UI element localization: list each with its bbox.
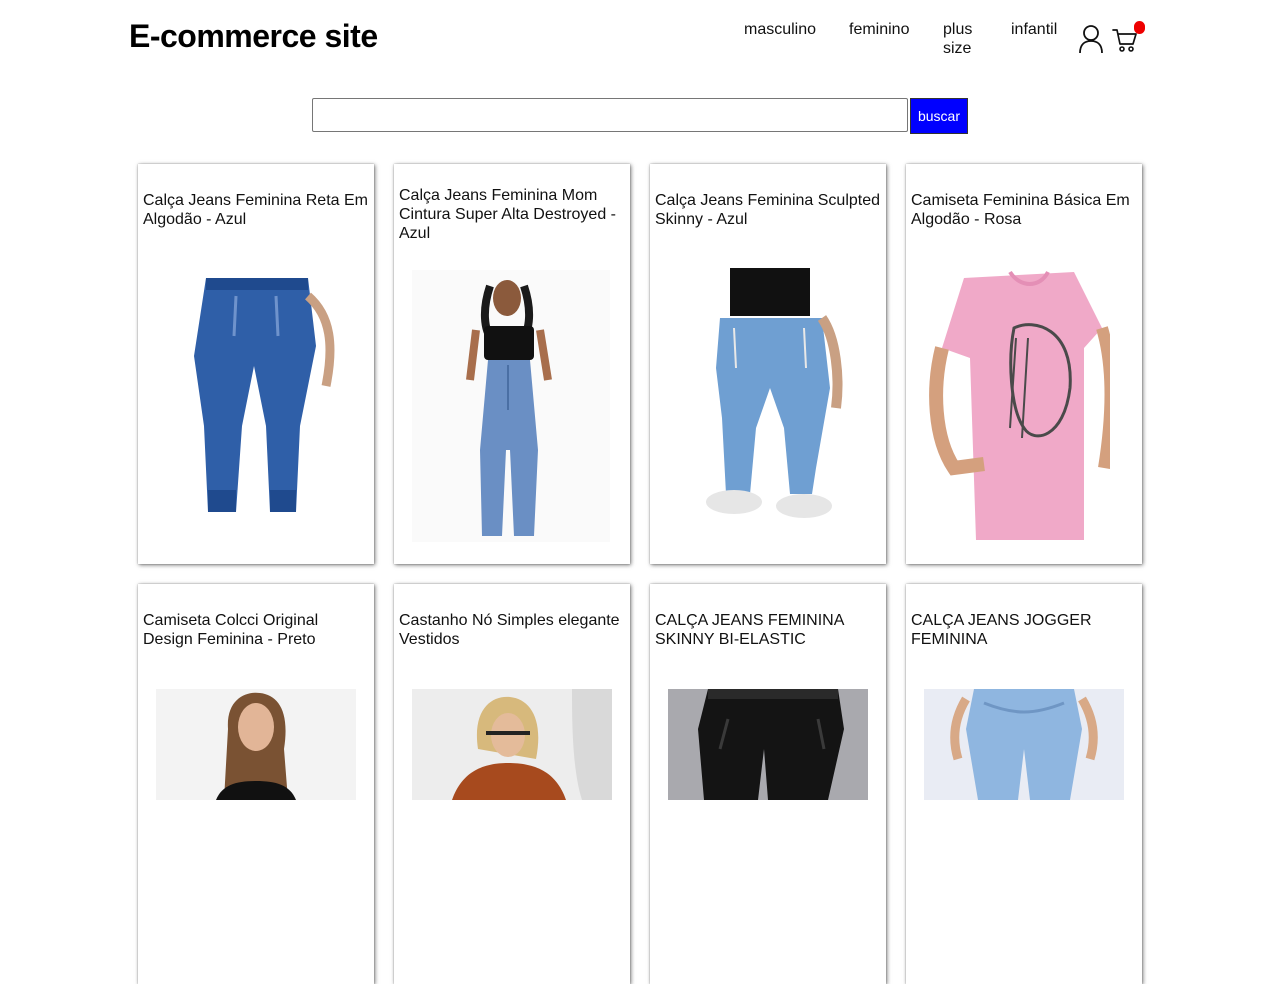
product-card[interactable]: CALÇA JEANS JOGGER FEMININA — [906, 584, 1142, 984]
user-icon[interactable] — [1078, 24, 1104, 54]
search-button[interactable]: buscar — [910, 98, 968, 134]
product-title[interactable]: Camiseta Feminina Básica Em Algodão - Ro… — [911, 191, 1136, 229]
product-image[interactable] — [668, 689, 868, 800]
product-image[interactable] — [156, 689, 356, 800]
product-card[interactable]: Camiseta Colcci Original Design Feminina… — [138, 584, 374, 984]
product-card[interactable]: Calça Jeans Feminina Sculpted Skinny - A… — [650, 164, 886, 564]
product-image[interactable] — [412, 689, 612, 800]
product-title[interactable]: CALÇA JEANS JOGGER FEMININA — [911, 611, 1136, 649]
product-image[interactable] — [412, 270, 610, 542]
product-card[interactable]: CALÇA JEANS FEMININA SKINNY BI-ELASTIC — [650, 584, 886, 984]
product-title[interactable]: Castanho Nó Simples elegante Vestidos — [399, 611, 624, 649]
site-logo[interactable]: E-commerce site — [129, 18, 378, 55]
product-title[interactable]: Camiseta Colcci Original Design Feminina… — [143, 611, 368, 649]
search-input[interactable] — [312, 98, 908, 132]
nav-link-infantil[interactable]: infantil — [1011, 20, 1057, 39]
product-card[interactable]: Camiseta Feminina Básica Em Algodão - Ro… — [906, 164, 1142, 564]
nav-link-feminino[interactable]: feminino — [849, 20, 909, 39]
cart-badge — [1134, 21, 1145, 34]
product-title[interactable]: Calça Jeans Feminina Sculpted Skinny - A… — [655, 191, 880, 229]
product-image[interactable] — [924, 689, 1124, 800]
product-card[interactable]: Castanho Nó Simples elegante Vestidos — [394, 584, 630, 984]
product-image[interactable] — [694, 268, 844, 526]
product-card[interactable]: Calça Jeans Feminina Mom Cintura Super A… — [394, 164, 630, 564]
product-image[interactable] — [166, 276, 346, 520]
product-title[interactable]: Calça Jeans Feminina Mom Cintura Super A… — [399, 186, 624, 243]
product-title[interactable]: CALÇA JEANS FEMININA SKINNY BI-ELASTIC — [655, 611, 880, 649]
product-card[interactable]: Calça Jeans Feminina Reta Em Algodão - A… — [138, 164, 374, 564]
nav-link-masculino[interactable]: masculino — [744, 20, 816, 39]
product-image[interactable] — [924, 268, 1110, 540]
product-title[interactable]: Calça Jeans Feminina Reta Em Algodão - A… — [143, 191, 368, 229]
nav-link-plus-size[interactable]: plus size — [943, 20, 983, 58]
